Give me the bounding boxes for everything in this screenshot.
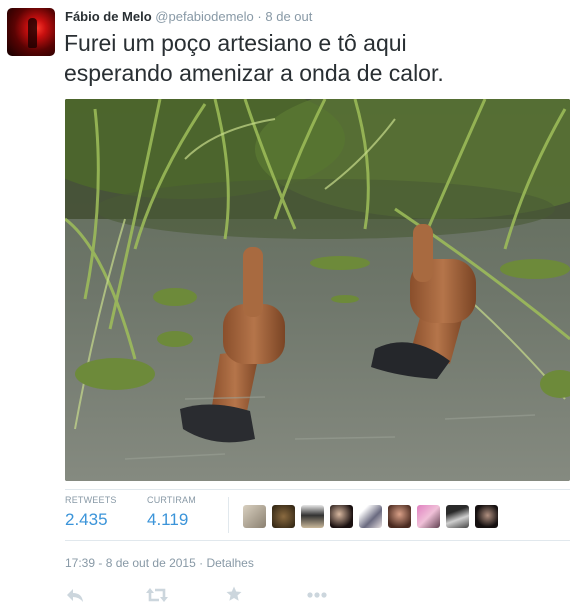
likes-count[interactable]: 4.119 [147,510,196,530]
favoriter-avatar[interactable] [446,505,469,528]
favoriter-avatar[interactable] [301,505,324,528]
more-dots-icon [306,585,328,605]
tweet-photo[interactable] [65,99,570,481]
header-separator: · [257,9,262,24]
star-icon [225,585,247,603]
tweet-timestamp[interactable]: 17:39 - 8 de out de 2015 [65,556,196,570]
retweets-count[interactable]: 2.435 [65,510,117,530]
stats-bottom-divider [65,540,570,541]
retweets-label: RETWEETS [65,495,117,505]
author-avatar[interactable] [7,8,55,56]
tweet-header: Fábio de Melo @pefabiodemelo · 8 de out [65,9,312,24]
reply-icon [65,585,87,605]
author-handle[interactable]: @pefabiodemelo [155,9,253,24]
favoriter-avatar[interactable] [475,505,498,528]
favoriter-avatar[interactable] [417,505,440,528]
favoriter-avatar[interactable] [330,505,353,528]
tweet-text-line-2: esperando amenizar a onda de calor. [64,60,444,86]
tweet-text-line-1: Furei um poço artesiano e tô aqui [64,30,407,56]
retweet-icon [146,585,168,605]
tweet-text: Furei um poço artesiano e tô aqui espera… [64,28,564,88]
tweet-actions [65,585,365,605]
stats-divider [228,497,229,533]
stats-top-divider [65,489,570,490]
likes-stat[interactable]: CURTIRAM 4.119 [147,495,196,530]
favoriter-avatar[interactable] [243,505,266,528]
meta-separator: · [199,556,204,570]
favoriter-avatar[interactable] [388,505,411,528]
likes-label: CURTIRAM [147,495,196,505]
favoriter-avatar[interactable] [359,505,382,528]
tweet-date[interactable]: 8 de out [265,9,312,24]
reply-button[interactable] [65,585,87,605]
more-button[interactable] [306,585,328,605]
author-name[interactable]: Fábio de Melo [65,9,152,24]
favorite-button[interactable] [225,585,247,605]
retweet-button[interactable] [146,585,168,605]
tweet-meta: 17:39 - 8 de out de 2015 · Detalhes [65,556,254,570]
retweets-stat[interactable]: RETWEETS 2.435 [65,495,117,530]
details-link[interactable]: Detalhes [206,556,253,570]
favoriter-avatar[interactable] [272,505,295,528]
